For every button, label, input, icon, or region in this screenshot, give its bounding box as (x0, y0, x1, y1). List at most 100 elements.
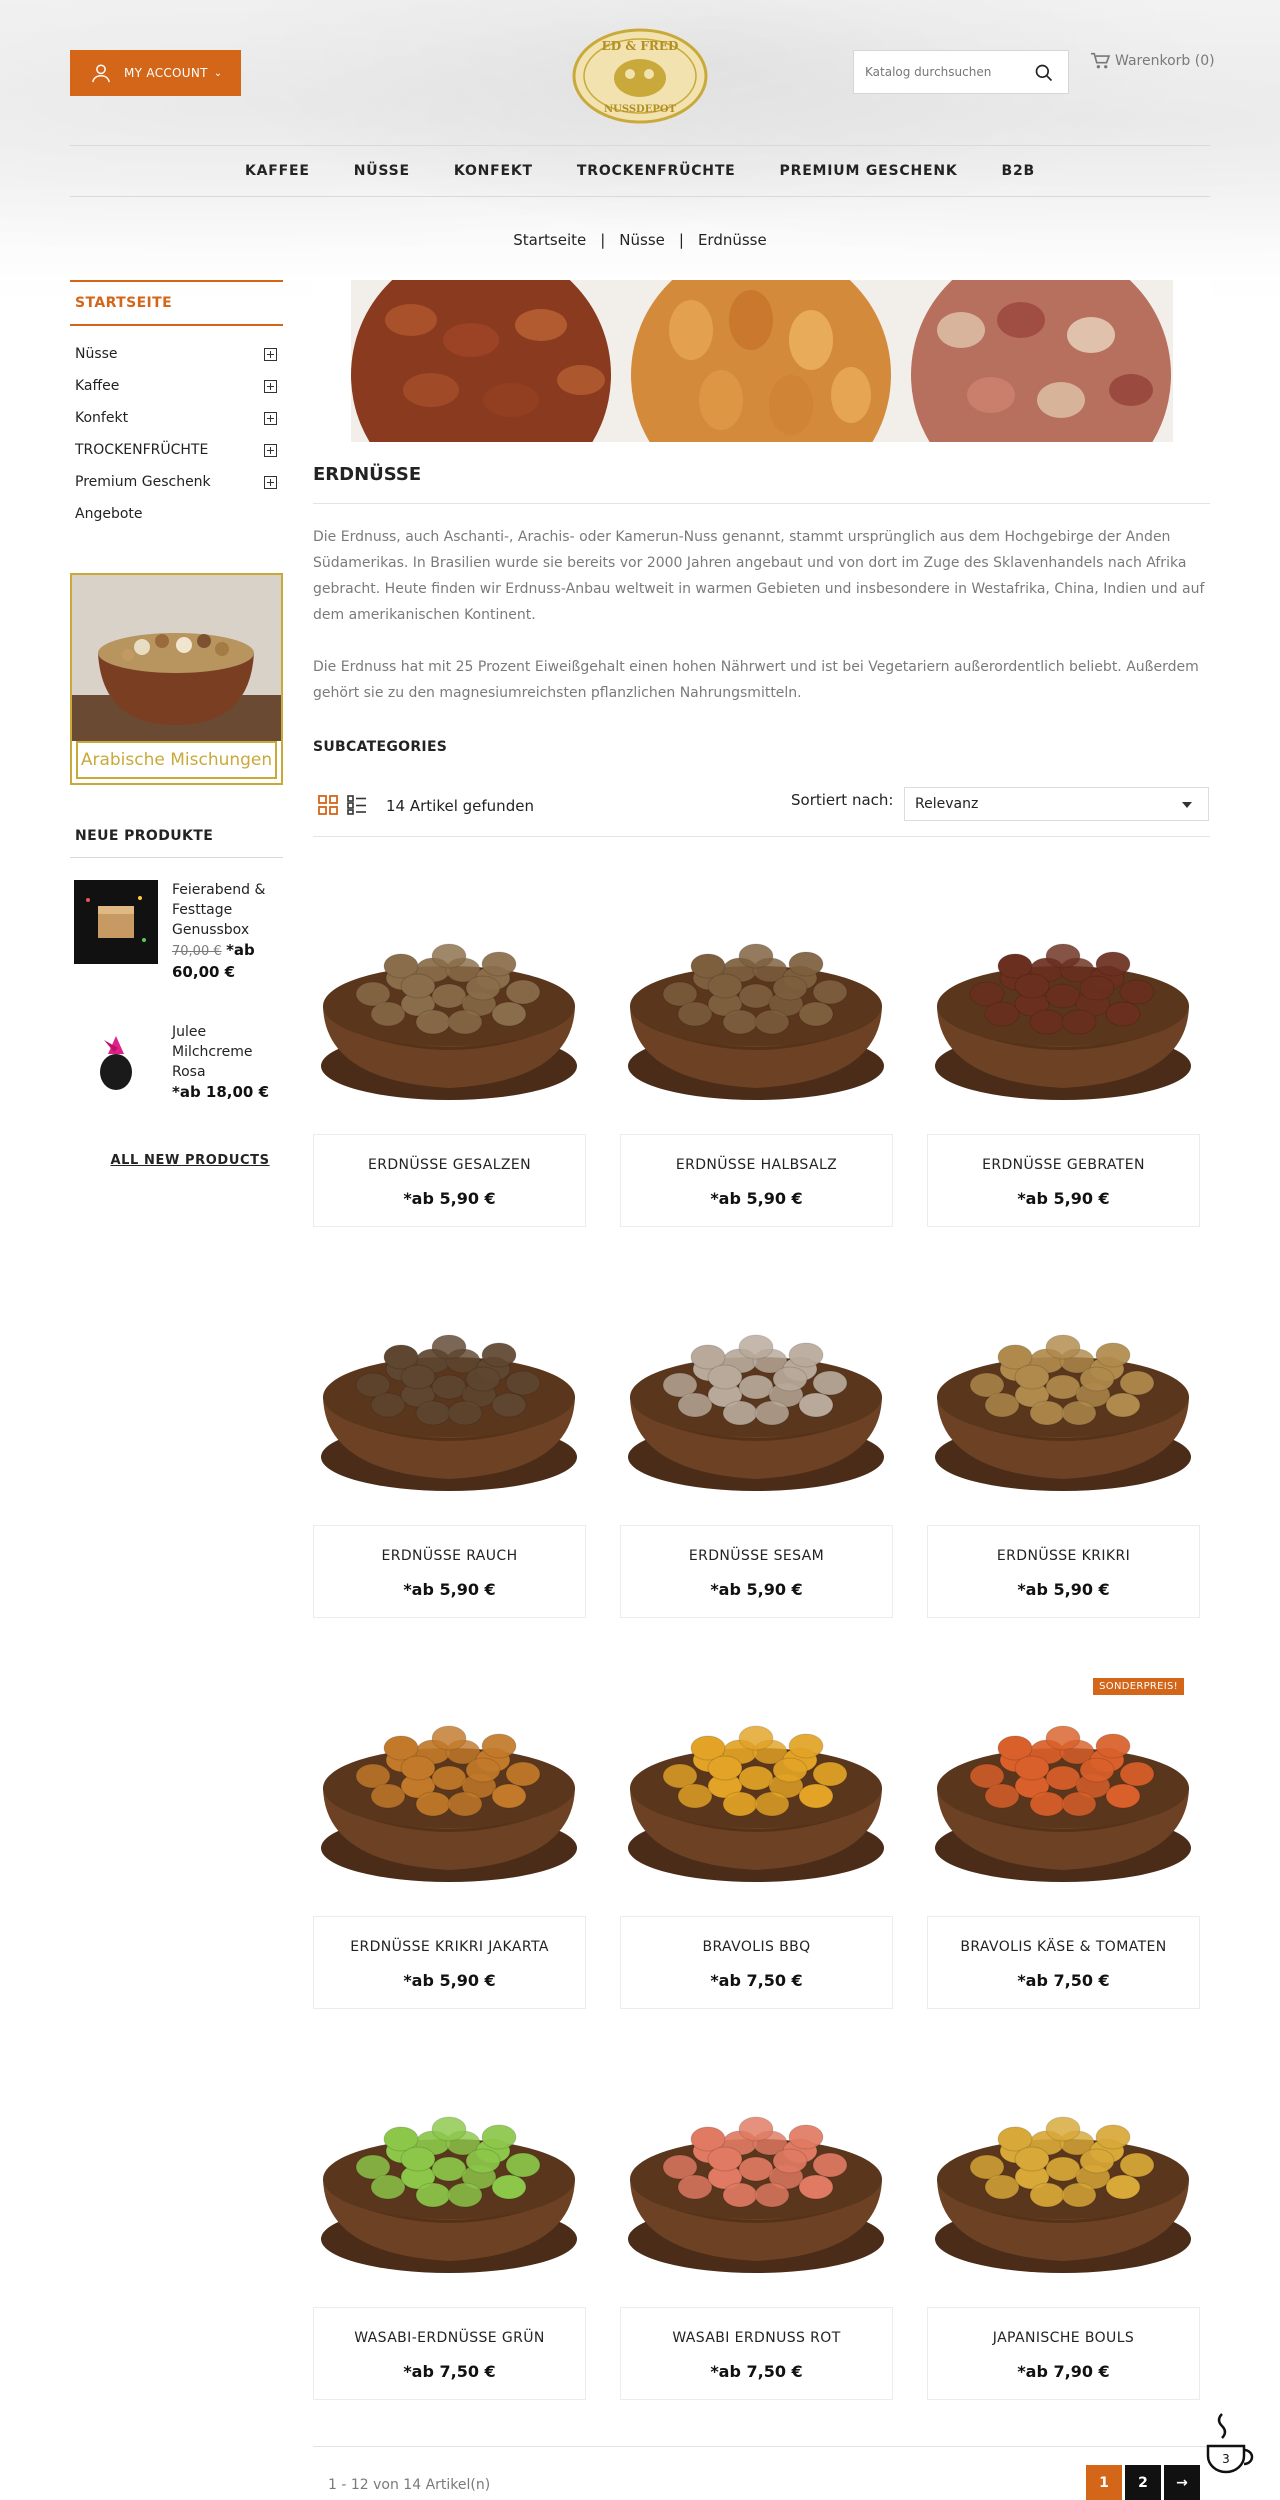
product-card[interactable]: WASABI ERDNUSS ROT *ab 7,50 € (620, 2039, 893, 2400)
sidebar-item-label: Nüsse (75, 346, 118, 362)
all-new-products-link[interactable]: ALL NEW PRODUCTS (70, 1153, 310, 1168)
nav-item-konfekt[interactable]: KONFEKT (454, 163, 533, 179)
sidebar-item-label: Kaffee (75, 378, 120, 394)
product-card[interactable]: ERDNÜSSE RAUCH *ab 5,90 € (313, 1257, 586, 1618)
product-image[interactable] (927, 1257, 1200, 1517)
nav-item-kaffee[interactable]: KAFFEE (245, 163, 310, 179)
sidebar-item-nuesse[interactable]: Nüsse (70, 338, 283, 370)
product-info-box: ERDNÜSSE KRIKRI *ab 5,90 € (927, 1525, 1200, 1618)
description-paragraph: Die Erdnuss, auch Aschanti-, Arachis- od… (313, 529, 1205, 623)
product-card[interactable]: BRAVOLIS BBQ *ab 7,50 € (620, 1648, 893, 2009)
search-input[interactable] (865, 65, 1035, 79)
product-card[interactable]: SONDERPREIS! BRAVOLIS KÄSE & TOMATEN *ab 7… (927, 1648, 1200, 2009)
product-info-box: ERDNÜSSE RAUCH *ab 5,90 € (313, 1525, 586, 1618)
category-tree: Nüsse Kaffee Konfekt TROCKENFRÜCHTE Prem… (70, 338, 283, 530)
product-image[interactable] (313, 866, 586, 1126)
sidebar-item-label: Premium Geschenk (75, 474, 211, 490)
search-icon[interactable] (1034, 63, 1054, 83)
product-card[interactable]: ERDNÜSSE GESALZEN *ab 5,90 € (313, 866, 586, 1227)
list-view-icon[interactable] (347, 795, 367, 815)
product-name[interactable]: ERDNÜSSE GESALZEN (314, 1157, 585, 1173)
product-name[interactable]: ERDNÜSSE SESAM (621, 1548, 892, 1564)
sort-dropdown[interactable]: Relevanz (904, 787, 1209, 821)
sidebar-item-konfekt[interactable]: Konfekt (70, 402, 283, 434)
chat-cup-icon[interactable]: 3 (1200, 2410, 1256, 2480)
user-icon (92, 64, 110, 83)
product-image[interactable] (620, 2039, 893, 2299)
nav-item-nuesse[interactable]: NÜSSE (354, 163, 410, 179)
product-name[interactable]: ERDNÜSSE GEBRATEN (928, 1157, 1199, 1173)
product-name[interactable]: WASABI ERDNUSS ROT (621, 2330, 892, 2346)
product-card[interactable]: ERDNÜSSE KRIKRI JAKARTA *ab 5,90 € (313, 1648, 586, 2009)
product-image[interactable] (620, 866, 893, 1126)
product-name[interactable]: ERDNÜSSE RAUCH (314, 1548, 585, 1564)
product-price: *ab 7,50 € (710, 2362, 803, 2381)
breadcrumb-separator: | (600, 231, 606, 249)
cart-link[interactable]: Warenkorb (0) (1090, 52, 1215, 70)
product-price: *ab 7,50 € (710, 1971, 803, 1990)
product-price: *ab 7,50 € (1017, 1971, 1110, 1990)
sidebar: STARTSEITE Nüsse Kaffee Konfekt TROCKENF… (70, 280, 283, 530)
product-name[interactable]: JAPANISCHE BOULS (928, 2330, 1199, 2346)
product-info-box: BRAVOLIS KÄSE & TOMATEN *ab 7,50 € (927, 1916, 1200, 2009)
sidebar-item-premium-geschenk[interactable]: Premium Geschenk (70, 466, 283, 498)
product-image[interactable] (313, 1648, 586, 1908)
new-product-info: Feierabend & Festtage Genussbox 70,00 € … (172, 880, 282, 983)
breadcrumb-item-nuesse[interactable]: Nüsse (619, 231, 665, 249)
category-banner (351, 280, 1173, 442)
my-account-button[interactable]: MY ACCOUNT ⌄ (70, 50, 241, 96)
sidebar-item-angebote[interactable]: Angebote (70, 498, 283, 530)
category-description: Die Erdnuss, auch Aschanti-, Arachis- od… (313, 524, 1210, 706)
product-card[interactable]: ERDNÜSSE KRIKRI *ab 5,90 € (927, 1257, 1200, 1618)
product-image[interactable] (620, 1648, 893, 1908)
nav-item-trockenfruechte[interactable]: TROCKENFRÜCHTE (577, 163, 736, 179)
plus-icon[interactable] (264, 379, 277, 393)
plus-icon[interactable] (264, 347, 277, 361)
product-image[interactable] (620, 1257, 893, 1517)
breadcrumb-item-home[interactable]: Startseite (513, 231, 586, 249)
category-title: ERDNÜSSE (313, 464, 1210, 504)
sort-value: Relevanz (915, 796, 979, 812)
new-product-name[interactable]: Feierabend & Festtage Genussbox (172, 880, 282, 940)
product-image[interactable] (927, 866, 1200, 1126)
product-image[interactable] (927, 2039, 1200, 2299)
product-name[interactable]: ERDNÜSSE HALBSALZ (621, 1157, 892, 1173)
nav-item-b2b[interactable]: B2B (1002, 163, 1035, 179)
product-card[interactable]: ERDNÜSSE SESAM *ab 5,90 € (620, 1257, 893, 1618)
sidebar-heading[interactable]: STARTSEITE (70, 280, 283, 326)
promo-banner[interactable]: Arabische Mischungen (70, 573, 283, 785)
product-info-box: ERDNÜSSE SESAM *ab 5,90 € (620, 1525, 893, 1618)
product-image[interactable] (313, 1257, 586, 1517)
grid-view-icon[interactable] (318, 795, 338, 815)
product-name[interactable]: BRAVOLIS KÄSE & TOMATEN (928, 1939, 1199, 1955)
product-name[interactable]: WASABI-ERDNÜSSE GRÜN (314, 2330, 585, 2346)
caret-down-icon (1182, 802, 1192, 808)
chevron-down-icon: ⌄ (213, 67, 223, 79)
product-price: *ab 5,90 € (403, 1189, 496, 1208)
sidebar-item-kaffee[interactable]: Kaffee (70, 370, 283, 402)
page-button-1[interactable]: 1 (1086, 2465, 1122, 2500)
product-name[interactable]: ERDNÜSSE KRIKRI JAKARTA (314, 1939, 585, 1955)
new-product-price: *ab 18,00 € (172, 1083, 270, 1101)
promo-image (72, 575, 281, 741)
product-name[interactable]: ERDNÜSSE KRIKRI (928, 1548, 1199, 1564)
product-name[interactable]: BRAVOLIS BBQ (621, 1939, 892, 1955)
logo-text-top: ED & FRED (602, 39, 679, 53)
plus-icon[interactable] (264, 411, 277, 425)
next-page-button[interactable]: → (1164, 2465, 1200, 2500)
plus-icon[interactable] (264, 475, 277, 489)
plus-icon[interactable] (264, 443, 277, 457)
product-price: *ab 7,50 € (403, 2362, 496, 2381)
pagination: 1 - 12 von 14 Artikel(n) 1 2 → (313, 2446, 1210, 2500)
promo-label: Arabische Mischungen (76, 741, 277, 779)
product-card[interactable]: WASABI-ERDNÜSSE GRÜN *ab 7,50 € (313, 2039, 586, 2400)
site-logo[interactable]: ED & FRED NUSSDEPOT (572, 28, 708, 124)
new-product-name[interactable]: Julee Milchcreme Rosa (172, 1022, 282, 1082)
product-card[interactable]: JAPANISCHE BOULS *ab 7,90 € (927, 2039, 1200, 2400)
product-image[interactable] (313, 2039, 586, 2299)
page-button-2[interactable]: 2 (1125, 2465, 1161, 2500)
sidebar-item-trockenfruechte[interactable]: TROCKENFRÜCHTE (70, 434, 283, 466)
nav-item-premium-geschenk[interactable]: PREMIUM GESCHENK (780, 163, 958, 179)
product-card[interactable]: ERDNÜSSE HALBSALZ *ab 5,90 € (620, 866, 893, 1227)
product-card[interactable]: ERDNÜSSE GEBRATEN *ab 5,90 € (927, 866, 1200, 1227)
